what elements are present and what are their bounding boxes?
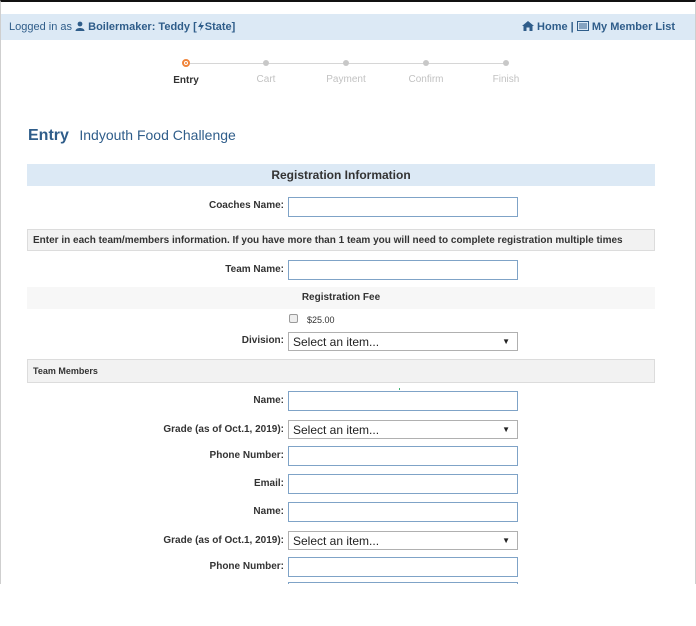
page-title: Entry Indyouth Food Challenge (28, 127, 236, 145)
coaches-name-label: Coaches Name: (208, 200, 284, 211)
member-grade-select[interactable]: Select an item... ▼ (288, 531, 518, 550)
coaches-name-input[interactable] (288, 197, 518, 217)
member-grade-select-value: Select an item... (293, 423, 380, 437)
registration-section-header: Registration Information (27, 164, 655, 186)
browser-frame: Logged in as Boilermaker: Teddy [State] … (0, 0, 696, 584)
home-link[interactable]: Home (537, 21, 568, 33)
member-grade-label: Grade (as of Oct.1, 2019): (163, 535, 284, 546)
member-name-input[interactable] (288, 391, 518, 411)
member-name-label: Name: (253, 395, 284, 406)
member-phone-input[interactable] (288, 557, 518, 577)
member-grade-select-value: Select an item... (293, 534, 380, 548)
member-grade-label: Grade (as of Oct.1, 2019): (163, 424, 284, 435)
member-email-input[interactable] (288, 582, 518, 584)
team-name-label: Team Name: (225, 264, 284, 275)
fee-amount: $25.00 (307, 315, 335, 325)
member-email-input[interactable] (288, 474, 518, 494)
step-dot (263, 60, 269, 66)
bolt-icon (197, 21, 205, 34)
nav-separator: | (570, 21, 574, 33)
home-icon (521, 21, 534, 34)
step-label: Entry (173, 75, 199, 86)
step-dot (503, 60, 509, 66)
dropdown-arrow-icon: ▼ (502, 337, 510, 346)
dropdown-arrow-icon: ▼ (502, 425, 510, 434)
instructions-text: Enter in each team/members information. … (27, 229, 655, 251)
top-bar: Logged in as Boilermaker: Teddy [State] … (1, 14, 695, 40)
member-name-input[interactable] (288, 502, 518, 522)
user-icon (75, 21, 85, 34)
team-members-header: Team Members (27, 359, 655, 383)
dropdown-arrow-icon: ▼ (502, 536, 510, 545)
step-dot (343, 60, 349, 66)
member-grade-select[interactable]: Select an item... ▼ (288, 420, 518, 439)
step-label: Confirm (408, 74, 444, 85)
member-phone-input[interactable] (288, 446, 518, 466)
member-name-label: Name: (253, 506, 284, 517)
role-bracket-close: ] (231, 21, 236, 33)
progress-step-payment: Payment (306, 57, 386, 85)
progress-step-entry: Entry (146, 57, 226, 86)
member-email-label: Email: (253, 478, 284, 489)
stray-mark (399, 388, 400, 390)
checkout-progress: Entry Cart Payment Confirm Finish (146, 57, 546, 97)
step-label: Payment (326, 74, 366, 85)
logged-in-info: Logged in as Boilermaker: Teddy [State] (9, 21, 235, 34)
division-select-value: Select an item... (293, 335, 380, 349)
division-label: Division: (241, 335, 284, 346)
member-phone-label: Phone Number: (209, 561, 284, 572)
step-dot-active (182, 59, 190, 67)
fee-checkbox[interactable] (289, 314, 298, 323)
step-dot (423, 60, 429, 66)
progress-step-confirm: Confirm (386, 57, 466, 85)
page-title-main: Entry (28, 127, 69, 144)
member-list-link[interactable]: My Member List (592, 21, 675, 33)
progress-step-cart: Cart (226, 57, 306, 85)
division-select[interactable]: Select an item... ▼ (288, 332, 518, 351)
logged-in-prefix: Logged in as (9, 21, 72, 33)
step-label: Cart (256, 74, 276, 85)
member-phone-label: Phone Number: (209, 450, 284, 461)
team-name-input[interactable] (288, 260, 518, 280)
top-nav: Home | My Member List (521, 21, 675, 34)
registration-fee-header: Registration Fee (27, 287, 655, 309)
list-icon (576, 21, 589, 34)
user-name[interactable]: Boilermaker: Teddy (88, 21, 190, 33)
progress-step-finish: Finish (466, 57, 546, 85)
page-title-event: Indyouth Food Challenge (79, 127, 236, 143)
role-name: State (204, 21, 232, 33)
step-label: Finish (492, 74, 520, 85)
